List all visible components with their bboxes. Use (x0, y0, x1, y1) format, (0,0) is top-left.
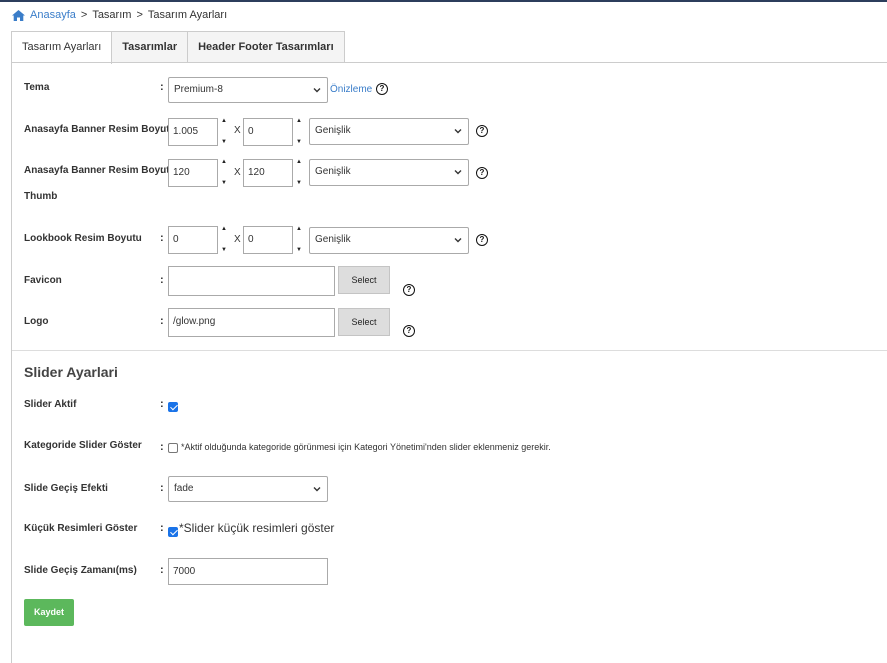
spinner-down-icon[interactable]: ▼ (296, 247, 302, 253)
colon: : (160, 564, 164, 576)
breadcrumb: Anasayfa > Tasarım > Tasarım Ayarları (12, 9, 227, 21)
favicon-select-button[interactable]: Select (338, 266, 390, 294)
x-separator: X (234, 234, 241, 245)
slider-section-title: Slider Ayarlari (24, 364, 118, 380)
banner-mode-select[interactable]: Genişlik (309, 118, 469, 145)
thumb-mode-select[interactable]: Genişlik (309, 159, 469, 186)
colon: : (160, 522, 164, 534)
x-separator: X (234, 125, 241, 136)
kategoride-slider-note: *Aktif olduğunda kategoride görünmesi iç… (181, 442, 551, 452)
logo-select-button[interactable]: Select (338, 308, 390, 336)
chevron-down-icon (454, 238, 462, 243)
kucuk-resimler-label: Küçük Resimleri Göster (24, 523, 138, 534)
thumb-width-input[interactable]: 120 (168, 159, 218, 187)
chevron-down-icon (454, 129, 462, 134)
slider-aktif-checkbox[interactable] (168, 402, 178, 412)
favicon-input[interactable] (168, 266, 335, 296)
breadcrumb-item-current: Tasarım Ayarları (147, 9, 228, 21)
colon: : (160, 482, 164, 494)
tema-label: Tema (24, 82, 50, 93)
chevron-down-icon (313, 487, 321, 492)
colon: : (160, 123, 164, 135)
banner-mode-value: Genişlik (315, 125, 351, 136)
kucuk-resimler-checkbox[interactable] (168, 527, 178, 537)
breadcrumb-home-label: Anasayfa (30, 9, 76, 21)
help-icon[interactable]: ? (476, 234, 488, 246)
banner-thumb-label-line2: Thumb (24, 191, 58, 202)
spinner-down-icon[interactable]: ▼ (296, 139, 302, 145)
colon: : (160, 164, 164, 176)
lookbook-size-label: Lookbook Resim Boyutu (24, 233, 142, 244)
slide-zaman-label: Slide Geçiş Zamanı(ms) (24, 565, 137, 576)
chevron-down-icon (454, 170, 462, 175)
colon: : (160, 274, 164, 286)
help-icon[interactable]: ? (403, 325, 415, 337)
tab-tasarimlar[interactable]: Tasarımlar (111, 31, 189, 62)
help-icon[interactable]: ? (376, 83, 388, 95)
help-icon[interactable]: ? (476, 167, 488, 179)
spinner-up-icon[interactable]: ▲ (296, 226, 302, 232)
slide-zaman-input[interactable]: 7000 (168, 558, 328, 585)
banner-thumb-label: Anasayfa Banner Resim Boyutu (24, 165, 176, 176)
help-icon[interactable]: ? (476, 125, 488, 137)
logo-input[interactable]: /glow.png (168, 308, 335, 337)
spinner-down-icon[interactable]: ▼ (296, 180, 302, 186)
slide-efekt-value: fade (174, 483, 194, 494)
banner-width-input[interactable]: 1.005 (168, 118, 218, 146)
breadcrumb-item-tasarim[interactable]: Tasarım (92, 9, 131, 21)
top-border (0, 0, 887, 2)
tema-select[interactable]: Premium-8 (168, 77, 328, 103)
tab-header-footer[interactable]: Header Footer Tasarımları (187, 31, 345, 62)
spinner-up-icon[interactable]: ▲ (296, 118, 302, 124)
breadcrumb-separator: > (136, 9, 143, 21)
chevron-down-icon (313, 88, 321, 93)
section-divider (12, 350, 887, 351)
colon: : (160, 81, 164, 93)
kategoride-slider-checkbox[interactable] (168, 443, 178, 453)
lookbook-mode-value: Genişlik (315, 234, 351, 245)
spinner-up-icon[interactable]: ▲ (221, 159, 227, 165)
logo-label: Logo (24, 316, 49, 327)
content-panel (11, 62, 887, 663)
slide-efekt-select[interactable]: fade (168, 476, 328, 502)
thumb-height-input[interactable]: 120 (243, 159, 293, 187)
spinner-up-icon[interactable]: ▲ (221, 226, 227, 232)
kategoride-slider-label: Kategoride Slider Göster (24, 440, 142, 451)
spinner-down-icon[interactable]: ▼ (221, 180, 227, 186)
colon: : (160, 232, 164, 244)
preview-link[interactable]: Önizleme (330, 84, 372, 95)
slide-efekt-label: Slide Geçiş Efekti (24, 483, 108, 494)
save-button[interactable]: Kaydet (24, 599, 74, 626)
spinner-up-icon[interactable]: ▲ (296, 159, 302, 165)
home-icon (12, 9, 25, 21)
tema-select-value: Premium-8 (174, 84, 223, 95)
x-separator: X (234, 167, 241, 178)
banner-size-label: Anasayfa Banner Resim Boyutu (24, 124, 176, 135)
tab-tasarim-ayarlari[interactable]: Tasarım Ayarları (11, 31, 113, 64)
spinner-down-icon[interactable]: ▼ (221, 139, 227, 145)
lookbook-mode-select[interactable]: Genişlik (309, 227, 469, 254)
lookbook-height-input[interactable]: 0 (243, 226, 293, 254)
colon: : (160, 398, 164, 410)
banner-height-input[interactable]: 0 (243, 118, 293, 146)
help-icon[interactable]: ? (403, 284, 415, 296)
colon: : (160, 315, 164, 327)
kucuk-resimler-note: *Slider küçük resimleri göster (179, 521, 335, 535)
colon: : (160, 441, 164, 453)
breadcrumb-separator: > (80, 9, 88, 21)
spinner-up-icon[interactable]: ▲ (221, 118, 227, 124)
tab-bar: Tasarım Ayarları Tasarımlar Header Foote… (11, 31, 345, 64)
slider-aktif-label: Slider Aktif (24, 399, 77, 410)
lookbook-width-input[interactable]: 0 (168, 226, 218, 254)
thumb-mode-value: Genişlik (315, 166, 351, 177)
spinner-down-icon[interactable]: ▼ (221, 247, 227, 253)
breadcrumb-home[interactable]: Anasayfa (12, 9, 76, 21)
favicon-label: Favicon (24, 275, 62, 286)
